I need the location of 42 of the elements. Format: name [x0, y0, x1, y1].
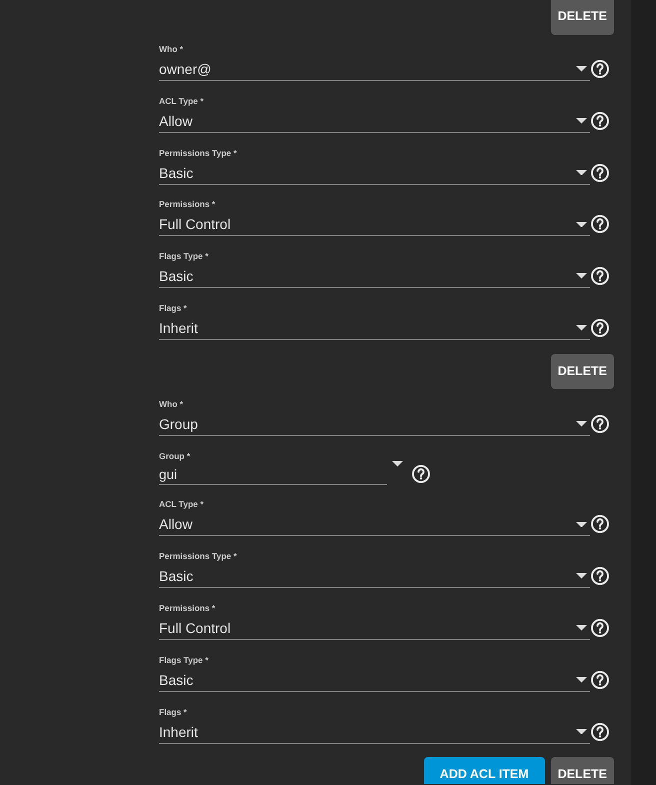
select-field[interactable]: Who * owner@	[159, 43, 590, 81]
select-field[interactable]: Who * Group	[159, 398, 590, 436]
dropdown-caret-icon	[576, 573, 587, 579]
help-icon[interactable]	[591, 414, 609, 433]
select-field[interactable]: ACL Type * Allow	[159, 94, 590, 133]
dropdown-caret-icon	[576, 325, 587, 331]
dropdown-caret-icon	[576, 118, 587, 124]
dropdown-caret-icon	[576, 728, 587, 734]
help-icon[interactable]	[591, 164, 609, 182]
help-icon[interactable]	[591, 318, 609, 337]
dropdown-caret-icon	[576, 625, 587, 631]
select-field[interactable]: Flags Type * Basic	[159, 654, 590, 692]
help-icon[interactable]	[591, 112, 609, 130]
select-field[interactable]: Flags * Inherit	[159, 706, 590, 744]
dropdown-caret-icon	[576, 273, 587, 279]
help-icon[interactable]	[591, 567, 609, 586]
select-field[interactable]: Permissions * Full Control	[159, 198, 590, 236]
help-icon[interactable]	[591, 515, 609, 534]
dropdown-caret-icon	[576, 522, 587, 528]
select-field[interactable]: Flags Type * Basic	[159, 250, 590, 288]
delete-button[interactable]: DELETE	[550, 757, 614, 784]
help-icon[interactable]	[591, 722, 609, 741]
help-icon[interactable]	[591, 618, 609, 637]
dropdown-caret-icon	[576, 66, 587, 72]
combobox-field[interactable]: Group * gui	[159, 450, 387, 485]
dropdown-caret-icon	[576, 222, 587, 228]
select-field[interactable]: ACL Type * Allow	[159, 498, 590, 536]
dropdown-caret-icon	[576, 421, 587, 427]
select-field[interactable]: Permissions * Full Control	[159, 602, 590, 640]
dropdown-caret-icon	[576, 677, 587, 683]
help-icon[interactable]	[412, 464, 430, 483]
help-icon[interactable]	[591, 60, 609, 78]
select-field[interactable]: Flags * Inherit	[159, 302, 590, 340]
help-icon[interactable]	[591, 267, 609, 286]
select-field[interactable]: Permissions Type * Basic	[159, 550, 590, 588]
delete-button[interactable]: DELETE	[550, 354, 614, 389]
select-field[interactable]: Permissions Type * Basic	[159, 146, 590, 185]
dropdown-caret-icon	[576, 170, 587, 176]
help-icon[interactable]	[591, 670, 609, 689]
delete-button[interactable]: DELETE	[550, 0, 614, 35]
dropdown-caret-icon[interactable]	[392, 461, 403, 467]
help-icon[interactable]	[591, 215, 609, 234]
